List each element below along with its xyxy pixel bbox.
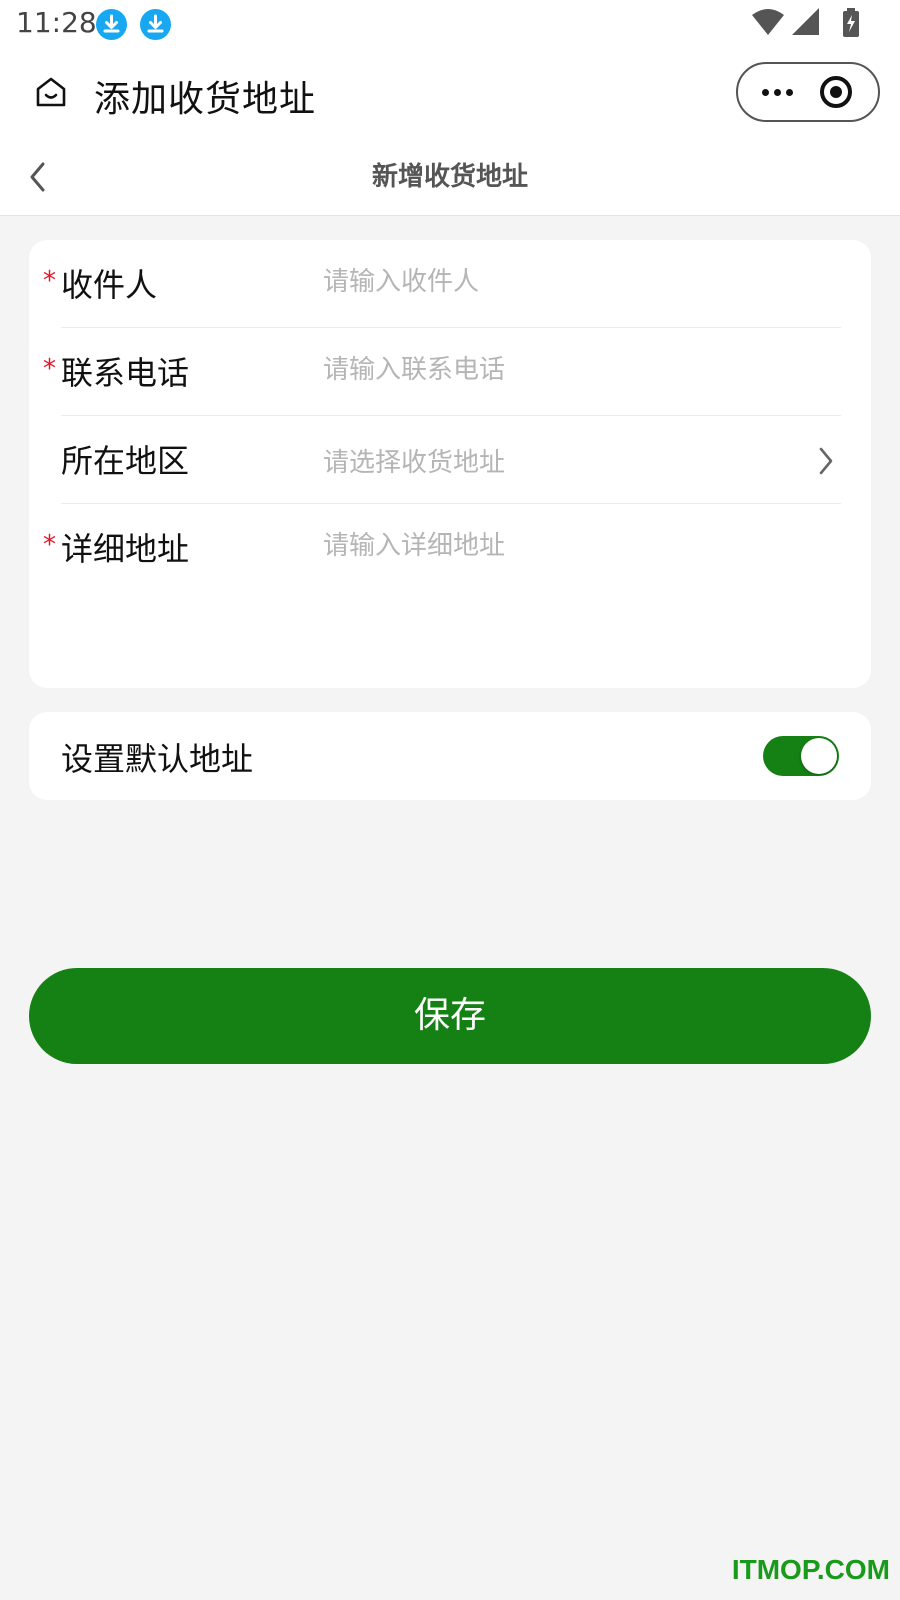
- required-marker: *: [43, 530, 56, 560]
- default-address-label: 设置默认地址: [61, 740, 254, 778]
- app-header: 添加收货地址: [0, 50, 900, 138]
- phone-input[interactable]: [323, 350, 803, 390]
- recipient-label: 收件人: [61, 266, 158, 304]
- page-nav: 新增收货地址: [0, 138, 900, 216]
- app-title: 添加收货地址: [94, 79, 317, 120]
- region-picker[interactable]: 请选择收货地址: [323, 442, 505, 479]
- status-bar: 11:28: [0, 0, 900, 50]
- region-row[interactable]: 所在地区 请选择收货地址: [61, 416, 841, 504]
- page-title: 新增收货地址: [371, 162, 528, 192]
- battery-charging-icon: [843, 8, 859, 37]
- more-dots-icon[interactable]: [760, 64, 800, 120]
- recipient-row: * 收件人: [43, 240, 841, 328]
- phone-row: * 联系电话: [43, 328, 841, 416]
- chevron-right-icon[interactable]: [817, 446, 835, 476]
- capsule-menu: [736, 62, 880, 122]
- detail-address-label: 详细地址: [61, 530, 190, 568]
- download-notification-icon: [140, 9, 171, 40]
- detail-address-input[interactable]: [323, 526, 803, 566]
- default-address-toggle[interactable]: [763, 736, 839, 776]
- save-button[interactable]: 保存: [29, 968, 871, 1064]
- detail-address-row: * 详细地址: [43, 504, 841, 684]
- back-chevron-icon[interactable]: [26, 160, 48, 194]
- status-time: 11:28: [16, 6, 97, 39]
- region-label: 所在地区: [61, 442, 190, 480]
- home-icon[interactable]: [34, 75, 68, 109]
- close-target-icon[interactable]: [820, 76, 852, 108]
- default-address-card: 设置默认地址: [29, 712, 871, 800]
- phone-label: 联系电话: [61, 354, 190, 392]
- required-marker: *: [43, 354, 56, 384]
- wifi-icon: [752, 9, 784, 35]
- toggle-knob: [801, 738, 837, 774]
- signal-icon: [792, 8, 819, 35]
- required-marker: *: [43, 266, 56, 296]
- download-notification-icon: [96, 9, 127, 40]
- watermark: ITMOP.COM: [731, 1554, 890, 1585]
- address-form: * 收件人 * 联系电话 所在地区 请选择收货地址 * 详细地址: [29, 240, 871, 688]
- recipient-input[interactable]: [323, 262, 803, 302]
